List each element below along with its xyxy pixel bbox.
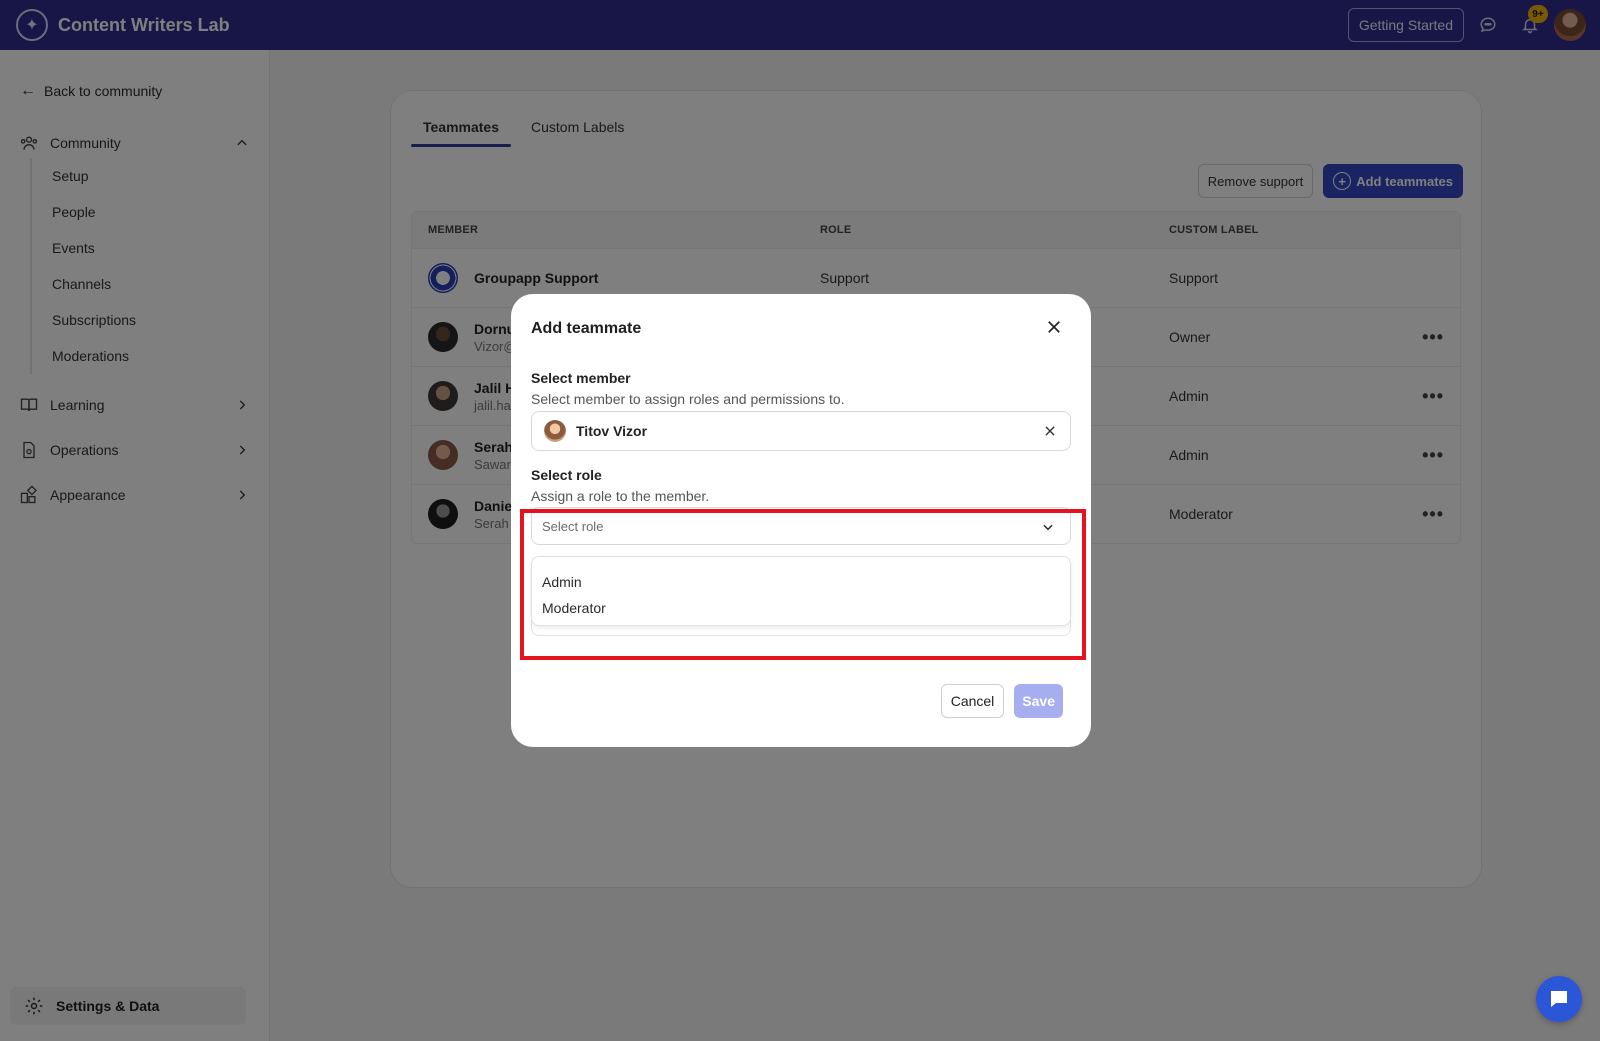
role-option-moderator[interactable]: Moderator bbox=[532, 595, 1070, 621]
select-member-help: Select member to assign roles and permis… bbox=[531, 391, 845, 407]
cancel-button[interactable]: Cancel bbox=[940, 684, 1005, 718]
chat-launcher-button[interactable] bbox=[1536, 976, 1582, 1022]
chat-icon bbox=[1551, 991, 1567, 1007]
dialog-title: Add teammate bbox=[531, 320, 642, 337]
select-role-help: Assign a role to the member. bbox=[531, 488, 710, 504]
close-icon[interactable] bbox=[1043, 316, 1065, 338]
role-options-menu: Admin Moderator bbox=[531, 556, 1071, 626]
clear-icon[interactable] bbox=[1040, 421, 1060, 441]
role-option-admin[interactable]: Admin bbox=[532, 569, 1070, 595]
select-role-label: Select role bbox=[531, 467, 602, 483]
role-select[interactable]: Select role bbox=[531, 507, 1071, 545]
add-teammate-dialog: Add teammate Select member Select member… bbox=[511, 294, 1091, 747]
save-button[interactable]: Save bbox=[1014, 684, 1063, 718]
member-select-field[interactable]: Titov Vizor bbox=[531, 411, 1071, 451]
dialog-actions: Cancel Save bbox=[940, 684, 1063, 718]
selected-member-name: Titov Vizor bbox=[576, 423, 648, 439]
select-member-label: Select member bbox=[531, 370, 631, 386]
role-select-placeholder: Select role bbox=[542, 518, 604, 534]
avatar bbox=[544, 420, 566, 442]
chevron-down-icon bbox=[1040, 519, 1056, 535]
